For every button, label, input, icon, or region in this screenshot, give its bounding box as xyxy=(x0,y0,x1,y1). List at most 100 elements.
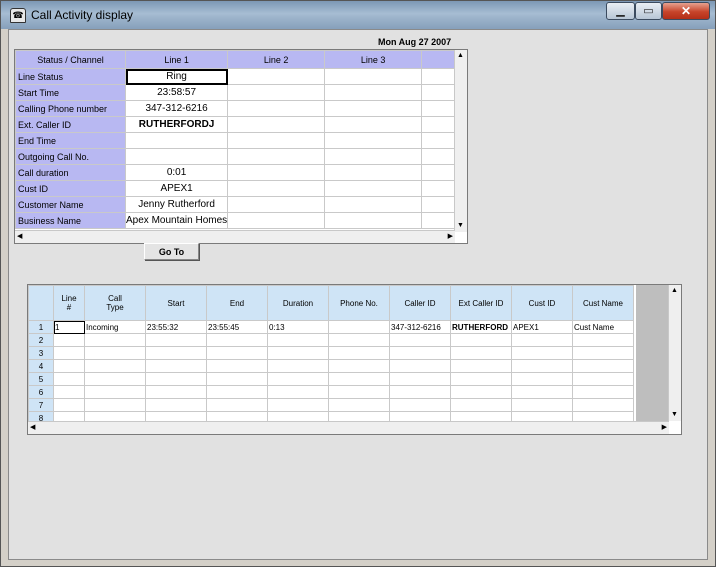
line-cell[interactable] xyxy=(227,100,326,117)
table-cell[interactable]: RUTHERFORD xyxy=(450,320,512,334)
line-cell[interactable] xyxy=(227,212,326,229)
line-cell[interactable] xyxy=(227,132,326,149)
scroll-up-arrow-icon[interactable]: ▲ xyxy=(457,51,464,61)
table-cell[interactable] xyxy=(206,385,268,399)
title-bar[interactable]: ☎ Call Activity display ▁ ▭ ✕ xyxy=(1,1,715,29)
table-cell[interactable] xyxy=(328,320,390,334)
table-cell[interactable] xyxy=(53,346,85,360)
table-cell[interactable] xyxy=(267,372,329,386)
line-cell[interactable] xyxy=(227,196,326,213)
call-log-column-header[interactable]: Duration xyxy=(267,285,329,321)
table-cell[interactable]: APEX1 xyxy=(511,320,573,334)
call-log-column-header[interactable]: Start xyxy=(145,285,207,321)
go-to-button[interactable]: Go To xyxy=(144,243,199,260)
table-cell[interactable] xyxy=(84,385,146,399)
call-log-column-header[interactable]: Call Type xyxy=(84,285,146,321)
line1-cell[interactable]: Ring xyxy=(124,68,229,85)
table-cell[interactable] xyxy=(389,372,451,386)
table-cell[interactable] xyxy=(389,333,451,347)
table-cell[interactable]: 347-312-6216 xyxy=(389,320,451,334)
line1-cell[interactable]: 347-312-6216 xyxy=(124,100,229,117)
table-cell[interactable]: 0:13 xyxy=(267,320,329,334)
table-cell[interactable] xyxy=(328,385,390,399)
line-cell[interactable] xyxy=(324,100,423,117)
line-cell[interactable] xyxy=(324,148,423,165)
line1-cell[interactable]: 23:58:57 xyxy=(124,84,229,101)
table-cell[interactable] xyxy=(206,372,268,386)
table-cell[interactable] xyxy=(511,385,573,399)
scroll-left-arrow-icon[interactable]: ◀ xyxy=(30,423,35,433)
table-cell[interactable] xyxy=(511,333,573,347)
table-cell[interactable] xyxy=(145,333,207,347)
table-cell[interactable] xyxy=(267,385,329,399)
table-cell[interactable] xyxy=(450,333,512,347)
table-cell[interactable] xyxy=(511,398,573,412)
table-cell[interactable] xyxy=(511,346,573,360)
table-cell[interactable] xyxy=(572,372,634,386)
call-log-column-header[interactable]: Caller ID xyxy=(389,285,451,321)
call-log-column-header[interactable]: Cust ID xyxy=(511,285,573,321)
table-cell[interactable] xyxy=(267,359,329,373)
call-log-vertical-scrollbar[interactable]: ▲ ▼ xyxy=(668,285,681,421)
table-cell[interactable] xyxy=(389,385,451,399)
scroll-down-arrow-icon[interactable]: ▼ xyxy=(457,221,464,231)
call-log-column-header[interactable]: Ext Caller ID xyxy=(450,285,512,321)
line-cell[interactable] xyxy=(227,180,326,197)
line-column-header[interactable]: Line 2 xyxy=(227,50,326,69)
line1-cell[interactable]: 0:01 xyxy=(124,164,229,181)
line-cell[interactable] xyxy=(324,132,423,149)
table-cell[interactable] xyxy=(206,359,268,373)
table-cell[interactable] xyxy=(328,333,390,347)
table-cell[interactable] xyxy=(572,346,634,360)
scroll-down-arrow-icon[interactable]: ▼ xyxy=(671,410,678,420)
table-cell[interactable] xyxy=(53,372,85,386)
line1-cell[interactable] xyxy=(124,148,229,165)
table-cell[interactable] xyxy=(328,359,390,373)
table-cell[interactable]: 23:55:32 xyxy=(145,320,207,334)
table-cell[interactable] xyxy=(145,359,207,373)
line1-cell[interactable]: RUTHERFORDJ xyxy=(124,116,229,133)
call-log-column-header[interactable]: End xyxy=(206,285,268,321)
line-column-header[interactable]: Line 3 xyxy=(324,50,423,69)
table-cell[interactable] xyxy=(450,346,512,360)
table-cell[interactable] xyxy=(84,372,146,386)
table-cell[interactable] xyxy=(389,398,451,412)
table-cell[interactable] xyxy=(450,385,512,399)
call-log-grid[interactable]: Line # Call Type Start End Duration Phone No.… xyxy=(27,284,682,435)
status-channel-header[interactable]: Status / Channel xyxy=(15,50,126,69)
call-log-horizontal-scrollbar[interactable]: ◀ ▶ xyxy=(28,421,669,434)
table-cell[interactable] xyxy=(145,385,207,399)
table-cell[interactable]: Cust Name xyxy=(572,320,634,334)
table-cell[interactable] xyxy=(206,346,268,360)
line-cell[interactable] xyxy=(324,164,423,181)
status-grid-horizontal-scrollbar[interactable]: ◀ ▶ xyxy=(15,230,455,243)
table-cell[interactable] xyxy=(328,398,390,412)
table-row[interactable]: 5 xyxy=(28,372,634,386)
call-log-column-header[interactable] xyxy=(28,285,54,321)
scroll-left-arrow-icon[interactable]: ◀ xyxy=(17,232,22,242)
status-grid-vertical-scrollbar[interactable]: ▲ ▼ xyxy=(454,50,467,232)
maximize-button[interactable]: ▭ xyxy=(635,2,662,20)
table-cell[interactable] xyxy=(206,398,268,412)
line1-cell[interactable]: APEX1 xyxy=(124,180,229,197)
line1-cell[interactable]: Apex Mountain Homes xyxy=(124,212,229,229)
line-cell[interactable] xyxy=(227,164,326,181)
table-cell[interactable]: 23:55:45 xyxy=(206,320,268,334)
table-cell[interactable] xyxy=(572,385,634,399)
table-cell[interactable] xyxy=(389,359,451,373)
table-cell[interactable] xyxy=(53,359,85,373)
table-cell[interactable] xyxy=(145,372,207,386)
table-cell[interactable] xyxy=(572,333,634,347)
table-cell[interactable] xyxy=(267,333,329,347)
table-cell[interactable] xyxy=(328,346,390,360)
line-status-grid[interactable]: Status / Channel Line 1 Line 2 Line 3 Line S… xyxy=(14,49,468,244)
table-cell[interactable] xyxy=(267,398,329,412)
table-cell[interactable]: 1 xyxy=(53,320,85,334)
table-cell[interactable] xyxy=(145,346,207,360)
table-row[interactable]: 6 xyxy=(28,385,634,399)
call-log-column-header[interactable]: Cust Name xyxy=(572,285,634,321)
table-cell[interactable] xyxy=(450,359,512,373)
table-cell[interactable] xyxy=(53,333,85,347)
table-cell[interactable] xyxy=(328,372,390,386)
close-button[interactable]: ✕ xyxy=(662,2,710,20)
